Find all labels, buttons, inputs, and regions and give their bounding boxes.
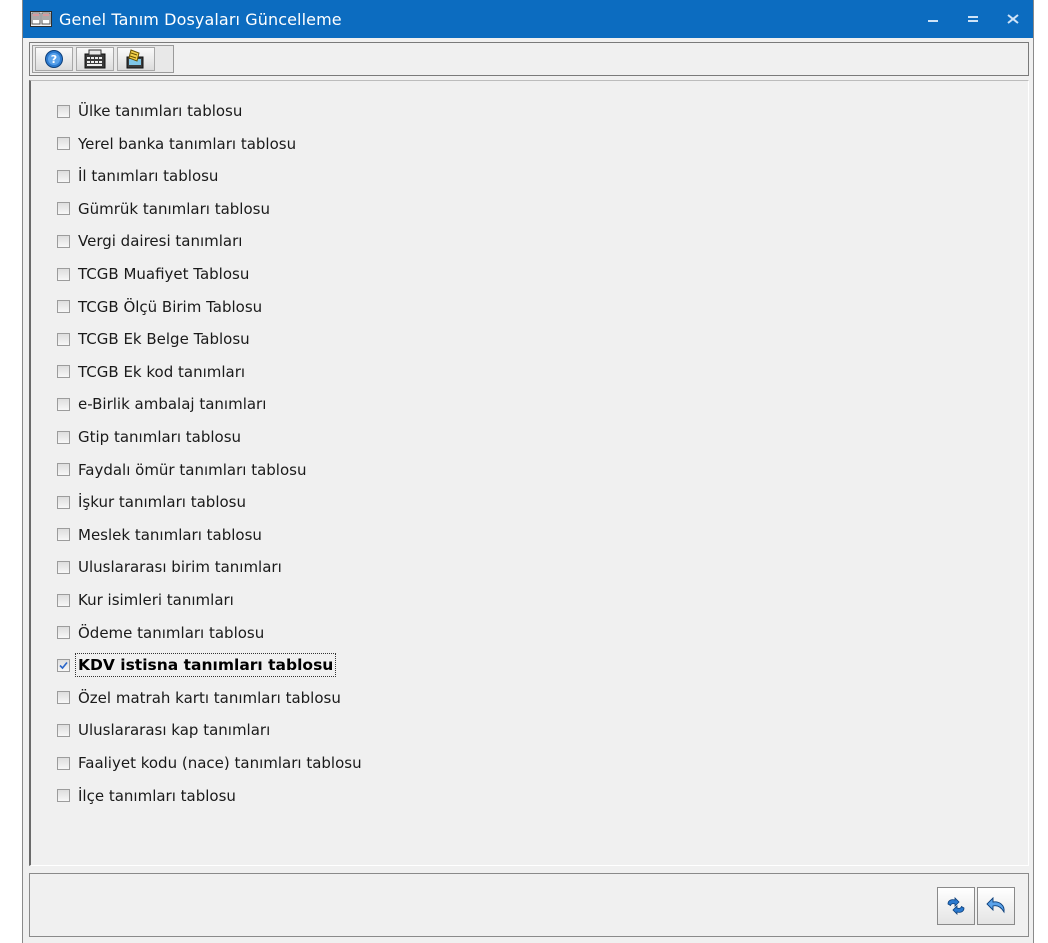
title-bar: Genel Tanım Dosyaları Güncelleme [23, 0, 1033, 38]
svg-text:?: ? [51, 53, 57, 66]
minimize-icon [928, 20, 938, 22]
checklist-item-label: TCGB Muafiyet Tablosu [78, 265, 250, 283]
checklist-item-label: Faaliyet kodu (nace) tanımları tablosu [78, 754, 362, 772]
checkbox[interactable] [57, 234, 70, 248]
checklist-item-label: İşkur tanımları tablosu [78, 493, 246, 512]
checkbox[interactable] [57, 463, 70, 477]
refresh-button[interactable] [937, 887, 975, 925]
checklist-item[interactable]: Faaliyet kodu (nace) tanımları tablosu [57, 750, 362, 776]
undo-icon [986, 896, 1005, 914]
checklist-item-label: Ödeme tanımları tablosu [78, 623, 265, 642]
checkbox[interactable] [57, 267, 70, 281]
checkbox[interactable] [57, 332, 70, 346]
checkbox[interactable] [57, 756, 70, 770]
checklist-item[interactable]: TCGB Ek Belge Tablosu [57, 326, 250, 352]
minimize-button[interactable] [913, 0, 953, 38]
checkbox[interactable] [57, 691, 70, 705]
checklist-item-label: Gtip tanımları tablosu [78, 428, 242, 446]
close-icon [1007, 14, 1019, 24]
checklist-item-label: Uluslararası birim tanımları [78, 558, 282, 577]
window-title: Genel Tanım Dosyaları Güncelleme [59, 9, 342, 29]
checklist-item[interactable]: Ödeme tanımları tablosu [57, 620, 264, 646]
checklist-item-label: Faydalı ömür tanımları tablosu [78, 460, 307, 479]
calculator-button[interactable] [76, 47, 114, 71]
checklist-item-label: Meslek tanımları tablosu [78, 525, 262, 544]
main-window: Genel Tanım Dosyaları Güncelleme ? Ülke … [22, 0, 1034, 943]
checkbox[interactable] [57, 430, 70, 444]
maximize-icon [968, 16, 978, 22]
update-button[interactable] [117, 47, 155, 71]
checklist-item-label: TCGB Ek kod tanımları [78, 362, 246, 381]
checkbox[interactable] [57, 560, 70, 574]
checklist-item-label: e-Birlik ambalaj tanımları [78, 395, 267, 414]
checklist-item[interactable]: Yerel banka tanımları tablosu [57, 131, 296, 157]
checkmark-icon [59, 661, 68, 669]
checklist-item[interactable]: Vergi dairesi tanımları [57, 228, 242, 254]
checkbox[interactable] [57, 137, 70, 151]
checkbox[interactable] [57, 658, 70, 672]
checklist-item[interactable]: TCGB Ek kod tanımları [57, 359, 245, 385]
toolbar-button-group: ? [32, 45, 174, 73]
checklist-item[interactable]: Gtip tanımları tablosu [57, 424, 241, 450]
action-bar [29, 873, 1029, 937]
refresh-icon [947, 897, 965, 915]
checklist-item[interactable]: KDV istisna tanımları tablosu [57, 652, 337, 678]
checklist-item-label: İlçe tanımları tablosu [78, 786, 236, 805]
checklist-item-label: Özel matrah kartı tanımları tablosu [78, 688, 341, 707]
maximize-button[interactable] [953, 0, 993, 38]
help-button[interactable]: ? [35, 47, 73, 71]
checkbox[interactable] [57, 397, 70, 411]
definition-list-panel: Ülke tanımları tablosu Yerel banka tanıml… [29, 80, 1029, 866]
checklist-item[interactable]: Uluslararası kap tanımları [57, 717, 270, 743]
checklist-item-label: KDV istisna tanımları tablosu [74, 653, 337, 678]
checklist-item-label: Vergi dairesi tanımları [78, 232, 243, 251]
checklist-item[interactable]: İlçe tanımları tablosu [57, 783, 236, 809]
undo-button[interactable] [977, 887, 1015, 925]
checklist-item-label: TCGB Ölçü Birim Tablosu [78, 297, 263, 316]
checkbox[interactable] [57, 593, 70, 607]
update-icon [126, 49, 144, 69]
app-book-icon [30, 11, 52, 27]
checklist-item[interactable]: Faydalı ömür tanımları tablosu [57, 457, 306, 483]
checklist-item[interactable]: TCGB Muafiyet Tablosu [57, 261, 249, 287]
checklist-item-label: Uluslararası kap tanımları [78, 721, 271, 740]
checklist-item[interactable]: TCGB Ölçü Birim Tablosu [57, 294, 262, 320]
toolbar: ? [29, 42, 1029, 76]
checklist-item-label: Gümrük tanımları tablosu [78, 199, 270, 218]
checklist-item[interactable]: Uluslararası birim tanımları [57, 554, 282, 580]
checklist-item-label: TCGB Ek Belge Tablosu [78, 330, 250, 349]
checklist-item[interactable]: Kur isimleri tanımları [57, 587, 234, 613]
checklist-item[interactable]: Meslek tanımları tablosu [57, 522, 262, 548]
checklist-item-label: Kur isimleri tanımları [78, 591, 234, 609]
checklist-item[interactable]: e-Birlik ambalaj tanımları [57, 391, 266, 417]
checklist-item[interactable]: İşkur tanımları tablosu [57, 489, 246, 515]
checkbox[interactable] [57, 495, 70, 509]
checklist-item-label: Yerel banka tanımları tablosu [78, 134, 297, 153]
checkbox[interactable] [57, 365, 70, 379]
checklist-item[interactable]: İl tanımları tablosu [57, 163, 218, 189]
checkbox[interactable] [57, 300, 70, 314]
checkbox[interactable] [57, 626, 70, 640]
checkbox[interactable] [57, 528, 70, 542]
checklist-item[interactable]: Ülke tanımları tablosu [57, 98, 242, 124]
checklist-item-label: İl tanımları tablosu [78, 167, 219, 186]
checklist-item[interactable]: Gümrük tanımları tablosu [57, 196, 270, 222]
help-icon: ? [45, 50, 63, 68]
checkbox[interactable] [57, 104, 70, 118]
checkbox[interactable] [57, 789, 70, 803]
checkbox[interactable] [57, 202, 70, 216]
checklist-item[interactable]: Özel matrah kartı tanımları tablosu [57, 685, 341, 711]
checkbox[interactable] [57, 723, 70, 737]
checklist-item-label: Ülke tanımları tablosu [78, 102, 243, 120]
close-button[interactable] [993, 0, 1033, 38]
checkbox[interactable] [57, 169, 70, 183]
calculator-icon [84, 49, 106, 69]
